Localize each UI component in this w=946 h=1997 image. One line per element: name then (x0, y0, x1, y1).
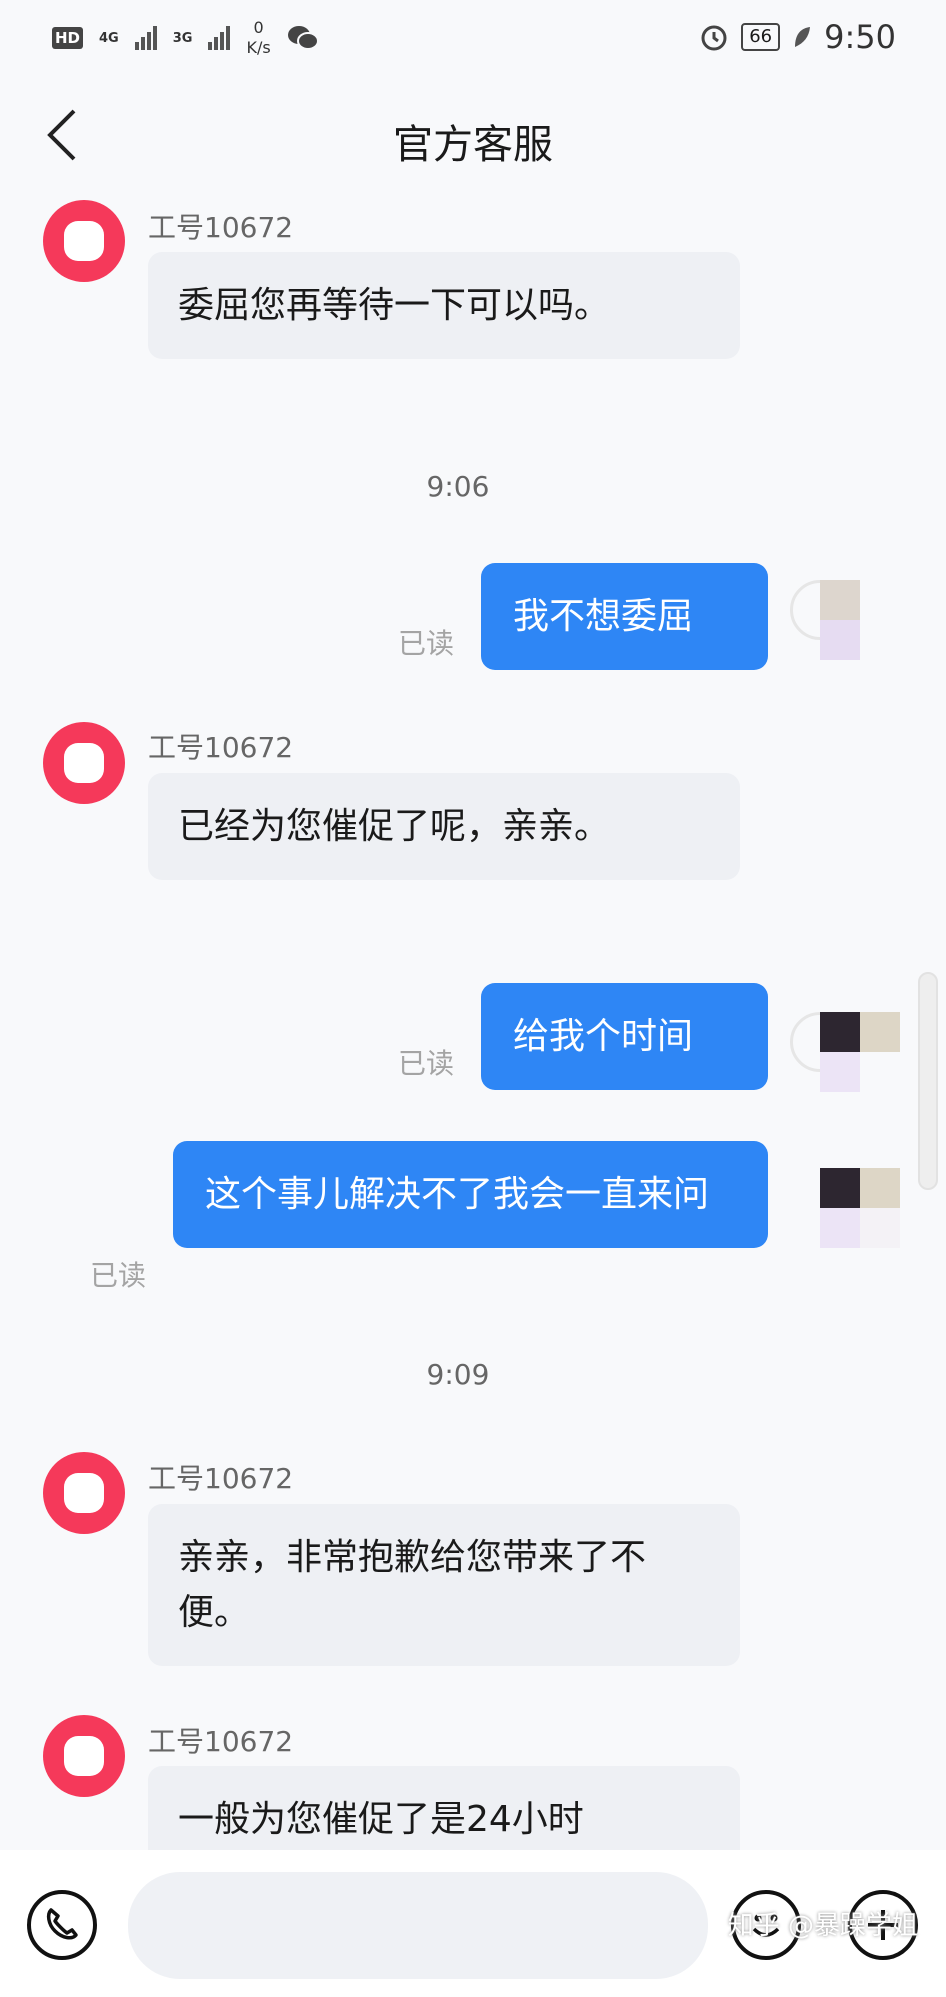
status-left: HD 4G 3G 0 K/s (52, 18, 319, 58)
alarm-icon (701, 25, 727, 51)
agent-avatar[interactable] (43, 200, 125, 282)
agent-name: 工号10672 (148, 731, 294, 764)
signal-icon (208, 26, 231, 50)
leaf-icon (795, 27, 811, 47)
agent-avatar[interactable] (43, 1715, 125, 1797)
agent-name: 工号10672 (148, 211, 294, 244)
network-speed: 0 K/s (246, 18, 270, 58)
timestamp: 9:09 (426, 1358, 490, 1391)
agent-avatar[interactable] (43, 1452, 125, 1534)
watermark: 知乎 @暴躁学姐 (727, 1911, 918, 1941)
message-bubble-incoming[interactable]: 一般为您催促了是24小时 (148, 1766, 740, 1850)
user-avatar[interactable] (820, 1168, 900, 1258)
speed-unit: K/s (246, 38, 271, 57)
phone-button[interactable] (27, 1890, 97, 1960)
agent-name: 工号10672 (148, 1462, 294, 1495)
status-right: 66 9:50 (699, 18, 896, 56)
speed-value: 0 (253, 18, 264, 37)
network-3g-label: 3G (172, 30, 193, 46)
signal-icon (134, 26, 157, 50)
message-bubble-outgoing[interactable]: 我不想委屈 (481, 563, 768, 670)
read-receipt: 已读 (398, 1047, 455, 1080)
message-bubble-outgoing[interactable]: 这个事儿解决不了我会一直来问 (173, 1141, 768, 1248)
network-4g-label: 4G (99, 30, 119, 46)
phone-icon (46, 1908, 78, 1940)
status-time: 9:50 (824, 18, 896, 56)
agent-name: 工号10672 (148, 1725, 294, 1758)
input-bar: 知乎 @暴躁学姐 (0, 1850, 946, 1997)
scrollbar[interactable] (918, 972, 938, 1190)
message-bubble-incoming[interactable]: 亲亲，非常抱歉给您带来了不便。 (148, 1504, 740, 1666)
hd-badge: HD (52, 27, 84, 49)
page-title: 官方客服 (393, 122, 553, 168)
message-clip: 一般为您催促了是24小时 (148, 1766, 740, 1850)
user-avatar[interactable] (790, 1012, 900, 1102)
agent-avatar[interactable] (43, 722, 125, 804)
message-input[interactable] (128, 1872, 708, 1979)
battery-indicator: 66 (741, 23, 781, 51)
message-bubble-incoming[interactable]: 委屈您再等待一下可以吗。 (148, 252, 740, 359)
user-avatar[interactable] (790, 580, 900, 670)
nav-bar: 官方客服 (0, 90, 946, 180)
message-bubble-outgoing[interactable]: 给我个时间 (481, 983, 768, 1090)
status-bar: HD 4G 3G 0 K/s 66 9:50 (0, 0, 946, 80)
read-receipt: 已读 (398, 627, 455, 660)
message-bubble-incoming[interactable]: 已经为您催促了呢，亲亲。 (148, 773, 740, 880)
read-receipt: 已读 (90, 1259, 147, 1292)
wechat-icon (287, 26, 319, 50)
timestamp: 9:06 (426, 470, 490, 503)
